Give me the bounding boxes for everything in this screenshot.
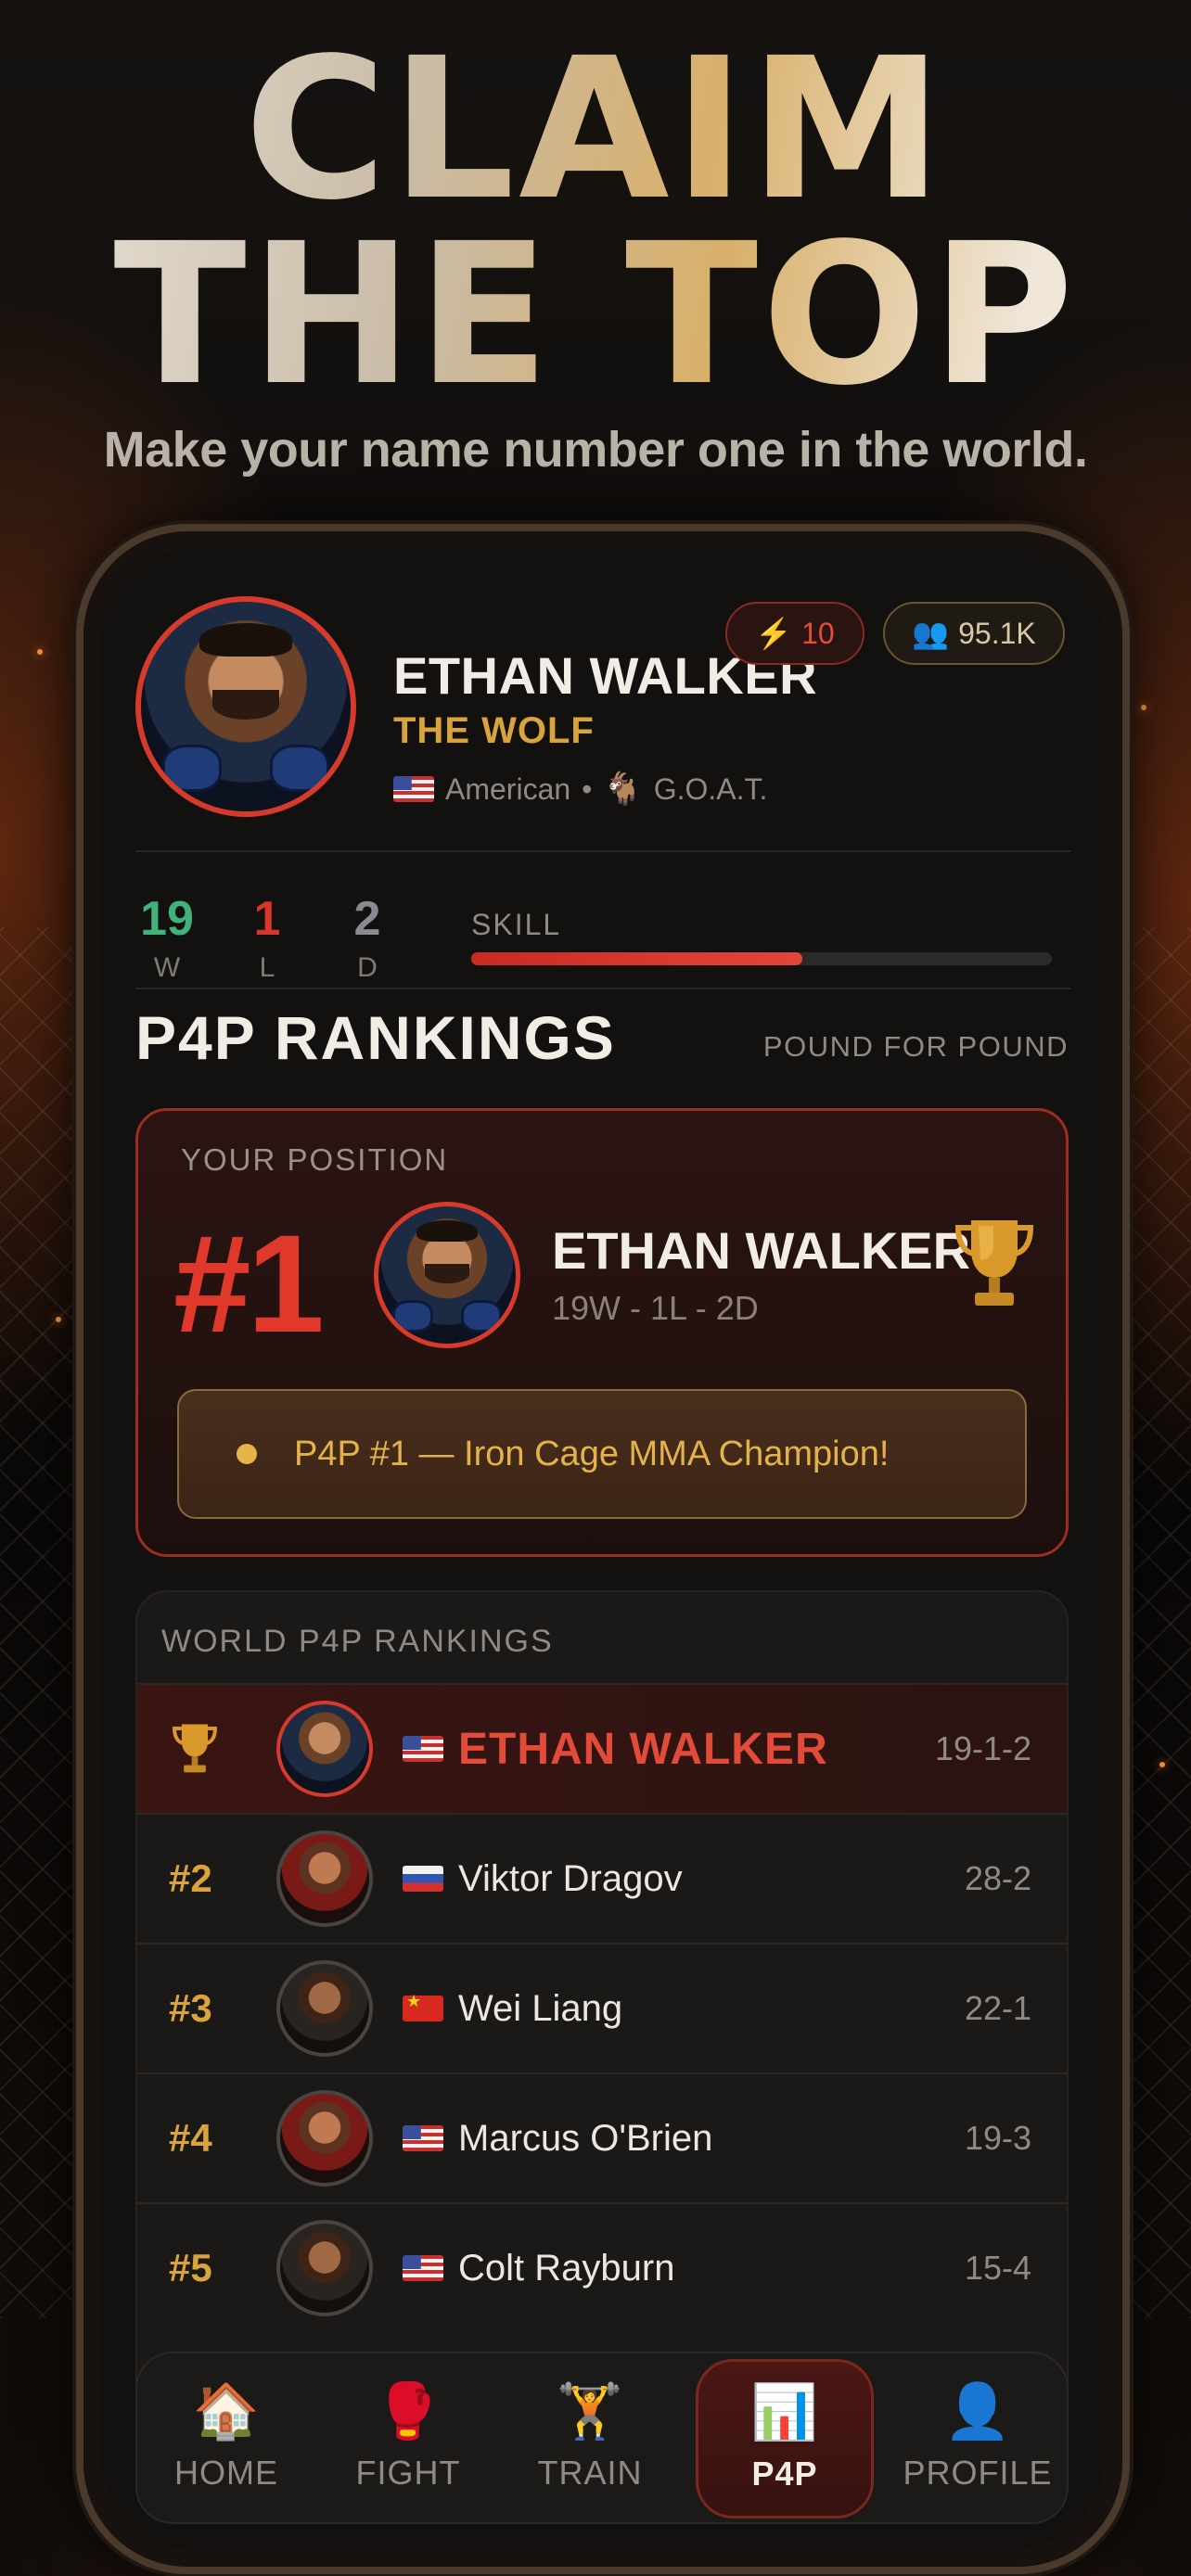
player-meta: American • 🐐 G.O.A.T. (393, 771, 767, 808)
us-flag-icon (403, 2255, 443, 2281)
skill-label: SKILL (471, 908, 562, 941)
fighter-avatar (276, 1701, 373, 1797)
record-losses: 1 L (230, 891, 304, 984)
spark (1159, 1762, 1165, 1767)
hero-subtitle: Make your name number one in the world. (103, 422, 1088, 478)
us-flag-icon (403, 2125, 443, 2151)
divider (135, 850, 1070, 852)
skill-bar (471, 952, 1052, 965)
player-title: G.O.A.T. (653, 772, 768, 806)
your-position-label: YOUR POSITION (181, 1142, 449, 1177)
fans-counter[interactable]: 👥 95.1K (883, 602, 1065, 665)
player-avatar[interactable] (135, 596, 356, 817)
fighter-avatar (276, 1830, 373, 1927)
losses-label: L (259, 952, 275, 983)
world-rankings-title: WORLD P4P RANKINGS (161, 1624, 554, 1659)
bullet-dot-icon (237, 1444, 257, 1464)
your-rank: #1 (173, 1205, 325, 1361)
fighter-rank: #4 (169, 2116, 212, 2160)
fighter-name: ETHAN WALKER (458, 1724, 828, 1774)
us-flag-icon (403, 1736, 443, 1762)
trophy-icon (954, 1220, 1034, 1306)
spark (37, 649, 43, 655)
ranking-row-1[interactable]: ETHAN WALKER 19-1-2 (137, 1683, 1067, 1813)
house-icon: 🏠 (192, 2381, 261, 2442)
bar-chart-icon: 📊 (750, 2382, 819, 2442)
losses-value: 1 (253, 892, 281, 946)
fighter-rank: #5 (169, 2246, 212, 2289)
champion-text: P4P #1 — Iron Cage MMA Champion! (294, 1434, 890, 1473)
phone-frame: ETHAN WALKER THE WOLF American • 🐐 G.O.A… (76, 524, 1130, 2574)
ru-flag-icon (403, 1866, 443, 1892)
us-flag-icon (393, 776, 434, 802)
lightning-icon: ⚡ (755, 617, 793, 650)
fans-icon: 👥 (912, 617, 950, 650)
fighter-avatar (276, 1960, 373, 2057)
nav-profile[interactable]: 👤 PROFILE (889, 2353, 1067, 2522)
bottom-nav: 🏠 HOME 🥊 FIGHT 🏋 TRAIN 📊 P4P 👤 PROFILE (135, 2352, 1069, 2524)
nav-p4p-label: P4P (751, 2455, 818, 2493)
nav-fight[interactable]: 🥊 FIGHT (319, 2353, 497, 2522)
goat-icon: 🐐 (603, 772, 643, 807)
fighter-record: 28-2 (964, 1859, 1031, 1897)
energy-counter[interactable]: ⚡ 10 (725, 602, 864, 665)
draws-label: D (357, 952, 378, 983)
record-draws: 2 D (330, 891, 404, 984)
cn-flag-icon (403, 1992, 443, 2021)
section-title: P4P RANKINGS (135, 1003, 616, 1072)
weightlifter-icon: 🏋 (556, 2381, 624, 2442)
your-record: 19W - 1L - 2D (552, 1289, 759, 1327)
spark (1141, 705, 1146, 710)
app-screen: ETHAN WALKER THE WOLF American • 🐐 G.O.A… (100, 548, 1106, 2550)
player-nationality: American (445, 772, 571, 806)
fighter-name: Wei Liang (458, 1987, 623, 2029)
fighter-name: Marcus O'Brien (458, 2117, 713, 2159)
player-nickname: THE WOLF (393, 710, 595, 751)
world-rankings-panel: WORLD P4P RANKINGS ETHAN WALKER 19-1-2 #… (135, 1590, 1069, 2425)
fighter-record: 22-1 (964, 1989, 1031, 2027)
fighter-avatar (276, 2090, 373, 2187)
fighter-record: 19-1-2 (934, 1729, 1031, 1767)
nav-fight-label: FIGHT (355, 2454, 461, 2492)
your-position-card[interactable]: YOUR POSITION #1 ETHAN WALKER 19W - 1L -… (135, 1108, 1069, 1557)
hero-title-line-1: CLAIM (0, 32, 1191, 227)
fighter-avatar (276, 2220, 373, 2316)
fighter-record: 15-4 (964, 2249, 1031, 2287)
ranking-row-5[interactable]: #5 Colt Rayburn 15-4 (137, 2202, 1067, 2332)
divider (135, 988, 1070, 989)
wins-value: 19 (140, 892, 194, 946)
draws-value: 2 (353, 892, 381, 946)
hero-section: CLAIM THE TOP Make your name number one … (0, 32, 1191, 478)
wins-label: W (153, 952, 181, 983)
nav-train[interactable]: 🏋 TRAIN (501, 2353, 679, 2522)
trophy-icon (173, 1724, 217, 1773)
nav-home-label: HOME (174, 2454, 278, 2492)
fighter-rank: #3 (169, 1986, 212, 2030)
nav-p4p[interactable]: 📊 P4P (696, 2359, 874, 2519)
ranking-row-2[interactable]: #2 Viktor Dragov 28-2 (137, 1813, 1067, 1943)
your-name: ETHAN WALKER (552, 1221, 971, 1280)
fighter-name: Viktor Dragov (458, 1857, 683, 1899)
fighter-record: 19-3 (964, 2119, 1031, 2157)
champion-banner: P4P #1 — Iron Cage MMA Champion! (177, 1389, 1027, 1519)
fighter-name: Colt Rayburn (458, 2247, 675, 2289)
nav-train-label: TRAIN (537, 2454, 643, 2492)
nav-home[interactable]: 🏠 HOME (137, 2353, 315, 2522)
fans-value: 95.1K (958, 616, 1036, 650)
your-avatar (374, 1202, 520, 1348)
boxing-glove-icon: 🥊 (374, 2381, 442, 2442)
fighter-rank: #2 (169, 1856, 212, 1900)
hero-title-line-2: THE TOP (0, 218, 1191, 413)
nav-profile-label: PROFILE (903, 2454, 1053, 2492)
ranking-row-4[interactable]: #4 Marcus O'Brien 19-3 (137, 2072, 1067, 2202)
energy-value: 10 (801, 616, 835, 650)
skill-bar-fill (471, 952, 802, 965)
meta-separator: • (582, 772, 593, 806)
ranking-row-3[interactable]: #3 Wei Liang 22-1 (137, 1943, 1067, 2072)
person-icon: 👤 (943, 2381, 1012, 2442)
spark (56, 1317, 61, 1322)
section-subtitle: POUND FOR POUND (762, 1030, 1069, 1063)
record-wins: 19 W (130, 891, 204, 984)
